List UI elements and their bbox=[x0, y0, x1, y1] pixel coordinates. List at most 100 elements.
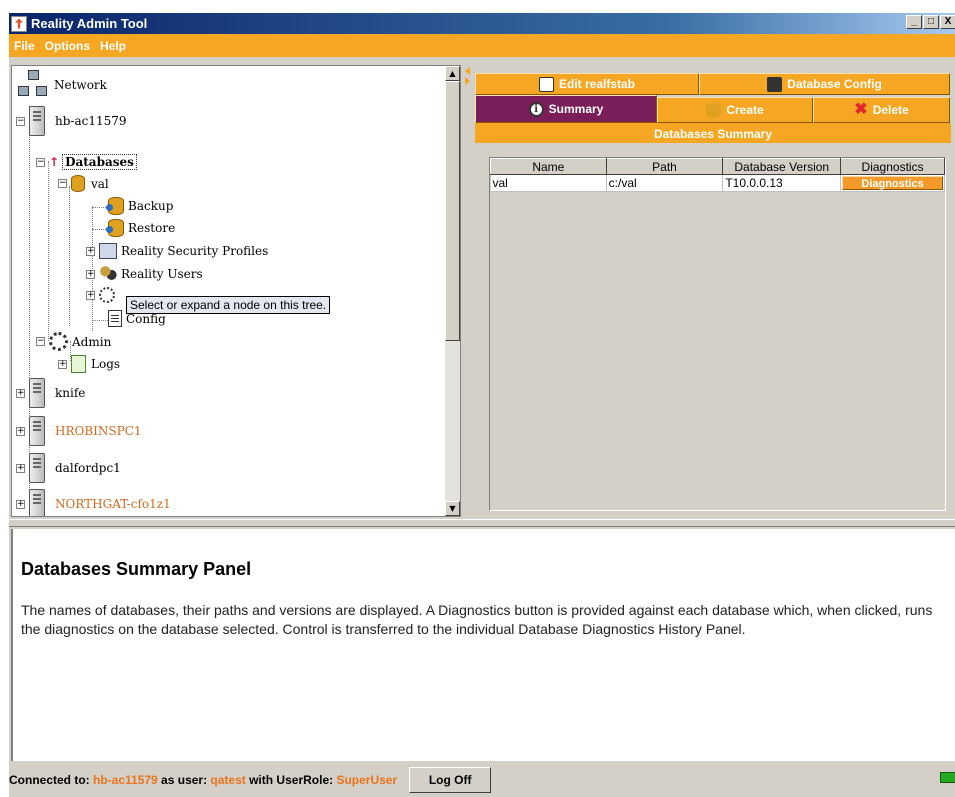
collapse-right-icon[interactable] bbox=[465, 77, 470, 85]
menu-bar: File Options Help bbox=[9, 34, 955, 57]
server-icon bbox=[29, 106, 45, 136]
gear-icon bbox=[99, 287, 115, 303]
tree-label: Network bbox=[54, 78, 107, 92]
tree-label: dalfordpc1 bbox=[55, 461, 121, 475]
scroll-up-icon[interactable]: ▲ bbox=[445, 66, 460, 81]
title-bar[interactable]: Reality Admin Tool _ □ X bbox=[9, 13, 955, 34]
status-role: SuperUser bbox=[336, 773, 398, 787]
expand-toggle[interactable]: + bbox=[86, 269, 95, 279]
expand-toggle[interactable]: + bbox=[86, 290, 95, 300]
vertical-splitter[interactable] bbox=[462, 65, 474, 517]
tree-node-backup[interactable]: Backup bbox=[106, 197, 174, 215]
expand-toggle[interactable]: + bbox=[86, 246, 95, 256]
config-icon bbox=[767, 76, 783, 92]
tree-node-admin[interactable]: − Admin bbox=[36, 332, 111, 351]
column-header-name[interactable]: Name bbox=[490, 158, 607, 175]
collapse-left-icon[interactable] bbox=[465, 67, 470, 75]
tree-node-network[interactable]: Network bbox=[18, 70, 107, 100]
tree-label: knife bbox=[55, 386, 86, 400]
databases-summary-header: Databases Summary bbox=[475, 125, 951, 143]
app-window: Reality Admin Tool _ □ X File Options He… bbox=[8, 12, 955, 797]
tree-node-collapsed-item[interactable]: + bbox=[86, 287, 119, 303]
expand-toggle[interactable]: + bbox=[58, 359, 67, 369]
tab-label: Database Config bbox=[787, 77, 882, 91]
log-off-button[interactable]: Log Off bbox=[409, 767, 492, 793]
tree-node-logs[interactable]: + Logs bbox=[58, 355, 120, 373]
server-icon bbox=[29, 416, 45, 446]
tree-node-host[interactable]: − hb-ac11579 bbox=[16, 106, 127, 136]
tree-node-security-profiles[interactable]: + Reality Security Profiles bbox=[86, 243, 268, 259]
maximize-button[interactable]: □ bbox=[923, 15, 939, 29]
users-icon bbox=[99, 265, 117, 283]
cell-version: T10.0.0.13 bbox=[722, 174, 842, 192]
scroll-thumb[interactable] bbox=[445, 81, 460, 341]
diagnostics-button[interactable]: Diagnostics bbox=[842, 176, 943, 190]
status-user-label: as user: bbox=[157, 773, 211, 787]
tree-node-host-northgat[interactable]: + NORTHGAT-cfo1z1 bbox=[16, 489, 171, 516]
server-icon bbox=[29, 453, 45, 483]
collapse-toggle[interactable]: − bbox=[36, 157, 45, 167]
column-header-path[interactable]: Path bbox=[605, 158, 724, 175]
tree-label: NORTHGAT-cfo1z1 bbox=[55, 497, 171, 511]
tab-label: Delete bbox=[872, 103, 909, 117]
tab-create[interactable]: Create bbox=[657, 97, 813, 123]
database-icon bbox=[71, 175, 85, 192]
scroll-down-icon[interactable]: ▼ bbox=[445, 501, 460, 516]
tree-label: Reality Security Profiles bbox=[121, 244, 269, 258]
tree-node-host-hrobinspc1[interactable]: + HROBINSPC1 bbox=[16, 416, 142, 446]
tree-node-restore[interactable]: Restore bbox=[106, 219, 176, 237]
close-button[interactable]: X bbox=[940, 15, 955, 29]
menu-file[interactable]: File bbox=[9, 39, 40, 53]
connection-status-icon bbox=[940, 772, 955, 783]
window-controls: _ □ X bbox=[906, 15, 955, 29]
tab-label: Summary bbox=[548, 102, 604, 116]
tree-label: val bbox=[91, 176, 109, 191]
horizontal-splitter[interactable] bbox=[9, 519, 955, 527]
tree-node-host-dalfordpc1[interactable]: + dalfordpc1 bbox=[16, 453, 121, 483]
admin-gear-icon bbox=[49, 332, 68, 351]
minimize-button[interactable]: _ bbox=[906, 15, 922, 29]
restore-icon bbox=[106, 219, 124, 237]
tab-summary[interactable]: i Summary bbox=[475, 95, 657, 123]
expand-toggle[interactable]: + bbox=[16, 463, 25, 473]
tree-scrollbar[interactable]: ▲ ▼ bbox=[445, 66, 460, 516]
tree-label: hb-ac11579 bbox=[55, 114, 127, 128]
tab-database-config[interactable]: Database Config bbox=[699, 73, 950, 95]
cell-name: val bbox=[490, 174, 607, 192]
expand-toggle[interactable]: + bbox=[16, 499, 25, 509]
help-title: Databases Summary Panel bbox=[21, 559, 252, 579]
tab-edit-realfstab[interactable]: Edit realfstab bbox=[475, 73, 699, 95]
cell-path: c:/val bbox=[606, 174, 724, 192]
collapse-toggle[interactable]: − bbox=[58, 179, 67, 188]
databases-icon: ↑ bbox=[49, 155, 60, 169]
tree-node-databases[interactable]: − ↑ Databases bbox=[36, 154, 137, 170]
tree-line bbox=[69, 186, 70, 326]
table-row[interactable]: val c:/val T10.0.0.13 Diagnostics bbox=[490, 174, 945, 192]
tree-label: Backup bbox=[128, 199, 174, 213]
collapse-toggle[interactable]: − bbox=[36, 337, 45, 346]
tab-delete[interactable]: ✖ Delete bbox=[813, 97, 950, 123]
create-icon bbox=[706, 102, 722, 118]
column-header-version[interactable]: Database Version bbox=[722, 158, 842, 175]
security-profiles-icon bbox=[99, 243, 117, 259]
tree-label: Reality Users bbox=[121, 267, 203, 281]
network-tree[interactable]: Network − hb-ac11579 − ↑ Databases − val… bbox=[11, 65, 461, 517]
status-host: hb-ac11579 bbox=[93, 773, 158, 787]
tree-label: Restore bbox=[128, 221, 176, 235]
tree-node-host-knife[interactable]: + knife bbox=[16, 378, 85, 408]
config-icon bbox=[108, 310, 122, 327]
expand-toggle[interactable]: + bbox=[16, 388, 25, 398]
tree-node-reality-users[interactable]: + Reality Users bbox=[86, 265, 203, 283]
help-body: The names of databases, their paths and … bbox=[21, 602, 933, 637]
logs-icon bbox=[71, 355, 86, 373]
collapse-toggle[interactable]: − bbox=[16, 116, 25, 126]
status-role-label: with UserRole: bbox=[245, 773, 337, 787]
menu-help[interactable]: Help bbox=[95, 39, 131, 53]
column-header-diagnostics[interactable]: Diagnostics bbox=[840, 158, 945, 175]
tree-node-db-val[interactable]: − val bbox=[58, 175, 109, 192]
info-icon: i bbox=[528, 101, 544, 117]
tab-label: Create bbox=[726, 103, 764, 117]
tree-tooltip: Select or expand a node on this tree. bbox=[126, 296, 331, 314]
expand-toggle[interactable]: + bbox=[16, 426, 25, 436]
menu-options[interactable]: Options bbox=[40, 39, 95, 53]
